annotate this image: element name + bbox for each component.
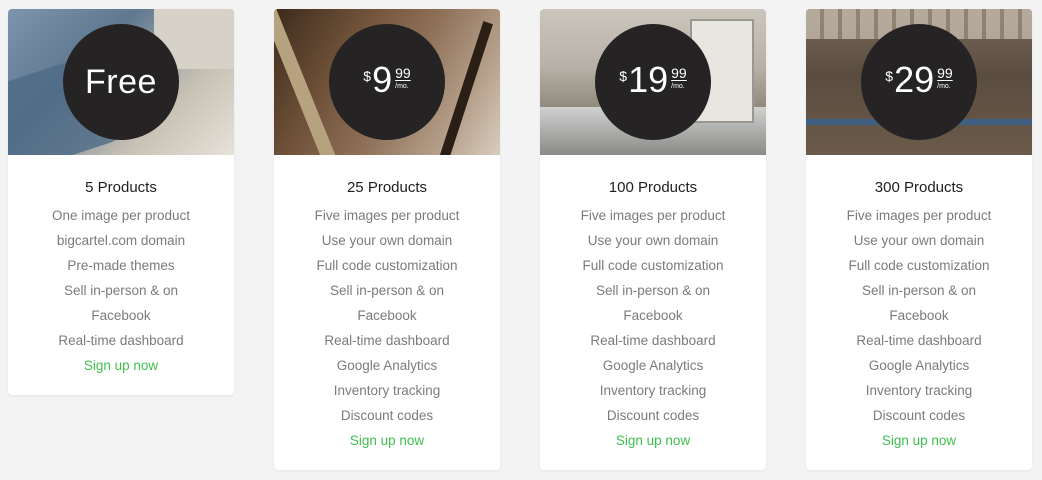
price: $ 19 99 /mo. [595, 62, 711, 98]
price-badge: Free [63, 24, 179, 140]
plan-hero-image: $ 19 99 /mo. [540, 9, 766, 155]
feature-item: Sell in-person & on [63, 283, 179, 298]
price-cents: 99 [395, 65, 411, 81]
plan-body: 100 Products Five images per product Use… [540, 155, 766, 453]
feature-item: Inventory tracking [865, 383, 973, 398]
feature-list: Five images per product Use your own dom… [540, 203, 766, 428]
feature-item: Full code customization [848, 258, 990, 273]
feature-item: Use your own domain [321, 233, 453, 248]
plan-title: 5 Products [85, 179, 157, 196]
feature-item: Sell in-person & on [329, 283, 445, 298]
feature-item: Pre-made themes [67, 258, 175, 273]
sign-up-link[interactable]: Sign up now [84, 353, 158, 378]
feature-list: Five images per product Use your own dom… [806, 203, 1032, 428]
plan-title: 25 Products [346, 179, 428, 196]
plan-hero-image: $ 9 99 /mo. [274, 9, 500, 155]
feature-item: Real-time dashboard [324, 333, 450, 348]
feature-item: Five images per product [314, 208, 460, 223]
plan-hero-image: $ 29 99 /mo. [806, 9, 1032, 155]
feature-list: Five images per product Use your own dom… [274, 203, 500, 428]
price-amount: 29 [894, 59, 935, 100]
feature-item: Inventory tracking [599, 383, 707, 398]
feature-item: Real-time dashboard [590, 333, 716, 348]
price-period: /mo. [671, 83, 685, 90]
plan-title: 300 Products [874, 179, 964, 196]
price-badge: $ 9 99 /mo. [329, 24, 445, 140]
price-free-label: Free [85, 63, 157, 101]
feature-item: Sell in-person & on [595, 283, 711, 298]
price-amount: 19 [628, 59, 669, 100]
sign-up-link[interactable]: Sign up now [616, 428, 690, 453]
plan-card-300-products: $ 29 99 /mo. 300 Products Five images pe… [806, 9, 1032, 470]
feature-item: Sell in-person & on [861, 283, 977, 298]
plan-body: 25 Products Five images per product Use … [274, 155, 500, 453]
plan-card-free: Free 5 Products One image per product bi… [8, 9, 234, 395]
price: $ 29 99 /mo. [861, 62, 977, 98]
price-currency: $ [619, 68, 628, 84]
price-period: /mo. [395, 83, 409, 90]
plan-card-100-products: $ 19 99 /mo. 100 Products Five images pe… [540, 9, 766, 470]
feature-item: Full code customization [582, 258, 724, 273]
feature-item: bigcartel.com domain [56, 233, 186, 248]
feature-item: One image per product [51, 208, 191, 223]
plan-card-25-products: $ 9 99 /mo. 25 Products Five images per … [274, 9, 500, 470]
price-cents: 99 [671, 65, 687, 81]
feature-item: Discount codes [606, 408, 700, 423]
feature-item: Facebook [889, 308, 949, 323]
price-currency: $ [363, 68, 372, 84]
feature-item: Use your own domain [587, 233, 719, 248]
price-currency: $ [885, 68, 894, 84]
feature-item: Five images per product [846, 208, 992, 223]
feature-item: Google Analytics [868, 358, 970, 373]
feature-item: Facebook [623, 308, 683, 323]
feature-list: One image per product bigcartel.com doma… [8, 203, 234, 353]
price-badge: $ 29 99 /mo. [861, 24, 977, 140]
feature-item: Use your own domain [853, 233, 985, 248]
feature-item: Real-time dashboard [58, 333, 184, 348]
feature-item: Facebook [91, 308, 151, 323]
feature-item: Five images per product [580, 208, 726, 223]
feature-item: Real-time dashboard [856, 333, 982, 348]
feature-item: Facebook [357, 308, 417, 323]
plan-hero-image: Free [8, 9, 234, 155]
price-period: /mo. [937, 83, 951, 90]
price-amount: 9 [372, 59, 393, 100]
plan-body: 300 Products Five images per product Use… [806, 155, 1032, 453]
plan-body: 5 Products One image per product bigcart… [8, 155, 234, 378]
plan-title: 100 Products [608, 179, 698, 196]
feature-item: Google Analytics [602, 358, 704, 373]
feature-item: Inventory tracking [333, 383, 441, 398]
price-badge: $ 19 99 /mo. [595, 24, 711, 140]
sign-up-link[interactable]: Sign up now [350, 428, 424, 453]
price: $ 9 99 /mo. [329, 62, 445, 98]
feature-item: Google Analytics [336, 358, 438, 373]
feature-item: Discount codes [872, 408, 966, 423]
sign-up-link[interactable]: Sign up now [882, 428, 956, 453]
feature-item: Full code customization [316, 258, 458, 273]
pricing-plans: Free 5 Products One image per product bi… [0, 0, 1042, 480]
price-cents: 99 [937, 65, 953, 81]
feature-item: Discount codes [340, 408, 434, 423]
